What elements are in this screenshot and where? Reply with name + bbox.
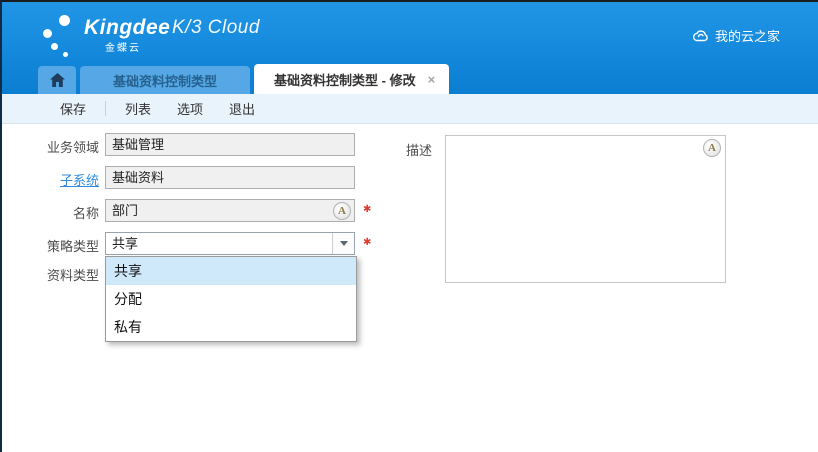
- combobox-dropdown-button[interactable]: [332, 233, 354, 254]
- my-cloud-home-link[interactable]: 我的云之家: [692, 26, 780, 45]
- subsystem-field: 基础资料: [105, 166, 355, 189]
- required-icon: ✱: [363, 237, 371, 248]
- strategy-type-label: 策略类型: [21, 236, 99, 255]
- cloud-icon: [692, 29, 709, 42]
- business-area-field: 基础管理: [105, 133, 355, 156]
- tab-bar: 基础资料控制类型 基础资料控制类型 - 修改 ×: [38, 64, 449, 94]
- business-area-label: 业务领域: [21, 137, 99, 156]
- tab-basic-data-control-type-edit[interactable]: 基础资料控制类型 - 修改 ×: [254, 64, 449, 94]
- app-window: Kingdee 金蝶云 K/3 Cloud 我的云之家 基础资料控制类型: [0, 0, 818, 452]
- header: Kingdee 金蝶云 K/3 Cloud 我的云之家 基础资料控制类型: [2, 2, 818, 94]
- toolbar: 保存 列表 选项 退出: [2, 94, 818, 124]
- kingdee-logo-dot: [63, 52, 68, 57]
- tab-basic-data-control-type[interactable]: 基础资料控制类型: [80, 66, 250, 94]
- options-button[interactable]: 选项: [164, 99, 216, 118]
- dropdown-option-assigned[interactable]: 分配: [106, 285, 356, 313]
- subsystem-link[interactable]: 子系统: [21, 170, 99, 189]
- save-button[interactable]: 保存: [47, 99, 99, 118]
- dropdown-option-private[interactable]: 私有: [106, 313, 356, 341]
- cloud-link-label: 我的云之家: [715, 26, 780, 45]
- strategy-type-combobox[interactable]: 共享: [105, 232, 355, 255]
- data-type-label: 资料类型: [21, 265, 99, 284]
- kingdee-logo-dot: [43, 29, 52, 38]
- toolbar-divider: [105, 101, 106, 116]
- home-icon: [50, 73, 65, 87]
- name-field-value: 部门: [112, 203, 138, 218]
- name-label: 名称: [21, 203, 99, 222]
- list-button[interactable]: 列表: [112, 99, 164, 118]
- tab-home[interactable]: [38, 66, 76, 94]
- close-icon[interactable]: ×: [428, 72, 436, 87]
- kingdee-logo-subtext: 金蝶云: [105, 39, 141, 54]
- kingdee-logo-dot: [59, 15, 70, 26]
- kingdee-logo-text: Kingdee: [84, 16, 170, 40]
- exit-button[interactable]: 退出: [216, 99, 268, 118]
- tab-label: 基础资料控制类型: [113, 71, 217, 90]
- required-icon: ✱: [363, 204, 371, 215]
- strategy-type-value: 共享: [106, 233, 332, 254]
- strategy-type-dropdown-list: 共享 分配 私有: [105, 256, 357, 342]
- description-label: 描述: [354, 140, 432, 159]
- description-textarea[interactable]: A: [445, 135, 726, 283]
- edit-form: 业务领域 基础管理 子系统 基础资料 名称 部门 A ✱ 策略类型 共享 ✱ 资…: [2, 124, 818, 452]
- dropdown-option-shared[interactable]: 共享: [106, 257, 356, 285]
- multilanguage-icon[interactable]: A: [703, 139, 721, 157]
- chevron-down-icon: [340, 241, 348, 246]
- multilanguage-icon[interactable]: A: [333, 202, 351, 220]
- tab-label: 基础资料控制类型 - 修改: [274, 70, 416, 89]
- kingdee-logo-dot: [51, 43, 58, 50]
- product-name: K/3 Cloud: [172, 17, 260, 39]
- name-field[interactable]: 部门 A: [105, 199, 355, 222]
